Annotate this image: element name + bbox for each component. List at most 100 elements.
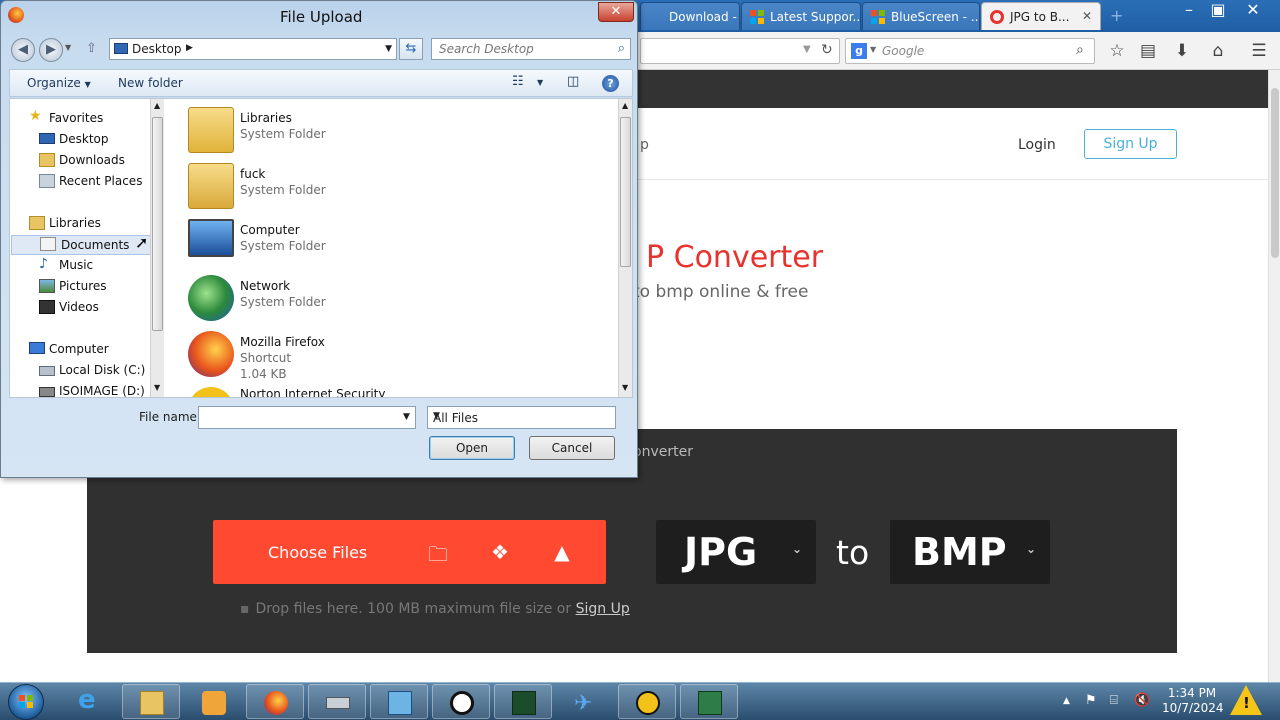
tab-jpg-to-bmp[interactable]: JPG to B... ✕: [981, 2, 1101, 30]
file-item-network[interactable]: Network System Folder: [188, 275, 608, 329]
chevron-down-icon: ▼: [84, 80, 91, 89]
address-bar[interactable]: Desktop ▶ ▼: [109, 38, 397, 60]
file-item-norton[interactable]: Norton Internet Security: [188, 387, 608, 397]
url-bar[interactable]: ▼ ↻: [640, 38, 840, 64]
home-icon[interactable]: ⌂: [1207, 40, 1229, 62]
taskbar-control-panel[interactable]: [370, 684, 428, 719]
search-placeholder: Google: [882, 44, 925, 58]
preview-pane-icon[interactable]: ◫: [567, 74, 579, 89]
search-engine-dropdown-icon[interactable]: ▼: [870, 45, 876, 54]
file-list-scrollbar[interactable]: ▲ ▼: [618, 99, 632, 397]
nav-label: Pictures: [59, 279, 107, 293]
taskbar-media-player[interactable]: [184, 684, 242, 719]
drop-signup-link[interactable]: Sign Up: [576, 601, 630, 617]
up-folder-icon[interactable]: ⇧: [86, 41, 97, 56]
page-scrollbar[interactable]: [1268, 70, 1280, 682]
new-folder-button[interactable]: New folder: [118, 76, 183, 90]
file-name: fuck: [240, 167, 266, 181]
new-tab-button[interactable]: +: [1110, 6, 1123, 25]
to-format-select[interactable]: BMP ⌄: [890, 520, 1050, 584]
menu-icon[interactable]: ☰: [1248, 40, 1270, 62]
taskbar-internet-explorer[interactable]: e: [60, 684, 118, 719]
drive-icon: [326, 697, 350, 709]
scroll-down-icon[interactable]: ▼: [154, 383, 160, 392]
music-icon: ♪: [39, 256, 48, 272]
start-button[interactable]: [8, 684, 44, 720]
google-drive-icon[interactable]: ▲: [549, 540, 575, 564]
view-dropdown-icon[interactable]: ▼: [537, 78, 543, 87]
dialog-search-input[interactable]: Search Desktop ⌕: [431, 38, 631, 60]
scroll-up-icon[interactable]: ▲: [154, 101, 160, 110]
window-close-button[interactable]: ✕: [1238, 0, 1268, 22]
nav-label: Local Disk (C:): [59, 363, 146, 377]
windows-logo-icon: [750, 10, 764, 24]
file-item-firefox[interactable]: Mozilla Firefox Shortcut 1.04 KB: [188, 331, 608, 385]
refresh-button[interactable]: ⇆: [399, 38, 423, 60]
scroll-up-icon[interactable]: ▲: [622, 101, 628, 110]
folder-icon: [140, 691, 164, 715]
tab-close-icon[interactable]: ✕: [1082, 9, 1092, 23]
action-center-flag-icon[interactable]: ⚑: [1085, 693, 1097, 708]
search-icon[interactable]: ⌕: [1076, 42, 1084, 58]
scroll-down-icon[interactable]: ▼: [622, 383, 628, 392]
taskbar-app-bird[interactable]: ✈: [556, 684, 614, 719]
folder-search-icon[interactable]: 🗀: [425, 540, 451, 566]
dialog-close-button[interactable]: ✕: [598, 2, 634, 22]
nav-fragment[interactable]: p: [640, 137, 649, 153]
organize-menu[interactable]: Organize ▼: [27, 76, 91, 90]
file-name-dropdown-icon[interactable]: ▼: [403, 412, 410, 422]
search-box[interactable]: g ▼ Google ⌕: [845, 38, 1095, 64]
system-clock[interactable]: 1:34 PM 10/7/2024: [1162, 686, 1224, 716]
file-list-scrollbar-thumb[interactable]: [620, 117, 631, 267]
file-name: Computer: [240, 223, 300, 237]
tab-bluescreen[interactable]: BlueScreen - ...: [862, 2, 980, 30]
taskbar-drive[interactable]: [308, 684, 366, 719]
view-options-icon[interactable]: ☷: [512, 74, 524, 89]
nav-pane-scrollbar[interactable]: ▲ ▼: [150, 99, 164, 397]
taskbar-firefox[interactable]: [246, 684, 304, 719]
taskbar-panda[interactable]: [432, 684, 490, 719]
open-button[interactable]: Open: [429, 436, 515, 460]
taskbar-display[interactable]: [680, 684, 738, 719]
network-icon[interactable]: ⌸: [1110, 693, 1118, 708]
choose-files-button[interactable]: Choose Files 🗀 ❖ ▲: [213, 520, 606, 584]
file-item-user-folder[interactable]: fuck System Folder: [188, 163, 608, 217]
file-item-computer[interactable]: Computer System Folder: [188, 219, 608, 273]
breadcrumb-arrow-icon[interactable]: ▶: [186, 43, 193, 53]
recent-locations-icon[interactable]: ▼: [65, 43, 71, 52]
file-type-filter[interactable]: All Files ▼: [427, 406, 616, 429]
show-hidden-icons-icon[interactable]: ▲: [1063, 696, 1070, 706]
login-link[interactable]: Login: [1018, 137, 1056, 153]
back-button[interactable]: ◀: [11, 38, 35, 62]
cloudconvert-icon: [990, 10, 1004, 24]
bookmarks-list-icon[interactable]: ▤: [1137, 40, 1159, 62]
file-item-libraries[interactable]: Libraries System Folder: [188, 107, 608, 161]
page-scrollbar-thumb[interactable]: [1271, 88, 1279, 258]
bookmark-star-icon[interactable]: ☆: [1106, 40, 1128, 62]
reload-icon[interactable]: ↻: [821, 42, 833, 58]
volume-muted-icon[interactable]: 🔇: [1134, 693, 1150, 708]
from-format-select[interactable]: JPG ⌄: [656, 520, 816, 584]
nav-pane-scrollbar-thumb[interactable]: [152, 117, 163, 331]
help-icon[interactable]: ?: [602, 75, 619, 92]
internet-explorer-icon: e: [78, 685, 96, 715]
signup-button[interactable]: Sign Up: [1084, 129, 1177, 159]
forward-button[interactable]: ▶: [39, 38, 63, 62]
dropmarker-icon[interactable]: ▼: [803, 44, 811, 55]
hero-title: P Converter: [646, 240, 824, 275]
taskbar-globe-app[interactable]: [618, 684, 676, 719]
downloads-icon[interactable]: ⬇: [1171, 40, 1193, 62]
tab-download[interactable]: Download - ...: [640, 2, 740, 30]
taskbar-explorer[interactable]: [122, 684, 180, 719]
search-placeholder: Search Desktop: [439, 42, 534, 56]
dropbox-icon[interactable]: ❖: [487, 540, 513, 564]
tab-latest-support[interactable]: Latest Suppor...: [741, 2, 861, 30]
firefox-icon: [8, 7, 24, 23]
cancel-button[interactable]: Cancel: [529, 436, 615, 460]
taskbar-task-manager[interactable]: [494, 684, 552, 719]
address-dropdown-icon[interactable]: ▼: [385, 44, 392, 54]
minimize-button[interactable]: –: [1174, 0, 1204, 22]
file-name-input[interactable]: [198, 406, 416, 429]
maximize-button[interactable]: ▣: [1203, 0, 1233, 22]
search-icon[interactable]: ⌕: [618, 41, 625, 56]
